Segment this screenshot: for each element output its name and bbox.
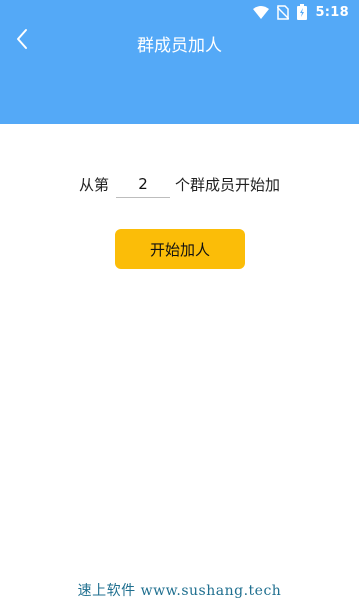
start-adding-button[interactable]: 开始加人	[115, 229, 245, 269]
start-prefix-label: 从第	[78, 175, 109, 194]
status-time: 5:18	[315, 4, 349, 20]
no-sim-icon	[277, 4, 290, 20]
status-bar: 5:18	[0, 0, 359, 24]
start-suffix-label: 个群成员开始加	[175, 175, 281, 194]
battery-charging-icon	[297, 4, 308, 20]
page-title: 群成员加人	[137, 36, 222, 56]
wifi-icon	[253, 5, 270, 19]
watermark-text: 速上软件 www.sushang.tech	[77, 583, 282, 599]
app-header: 5:18 群成员加人	[0, 0, 359, 124]
start-index-input[interactable]	[116, 170, 170, 198]
start-index-row: 从第 个群成员开始加	[0, 170, 359, 198]
status-icons: 5:18	[253, 3, 349, 21]
